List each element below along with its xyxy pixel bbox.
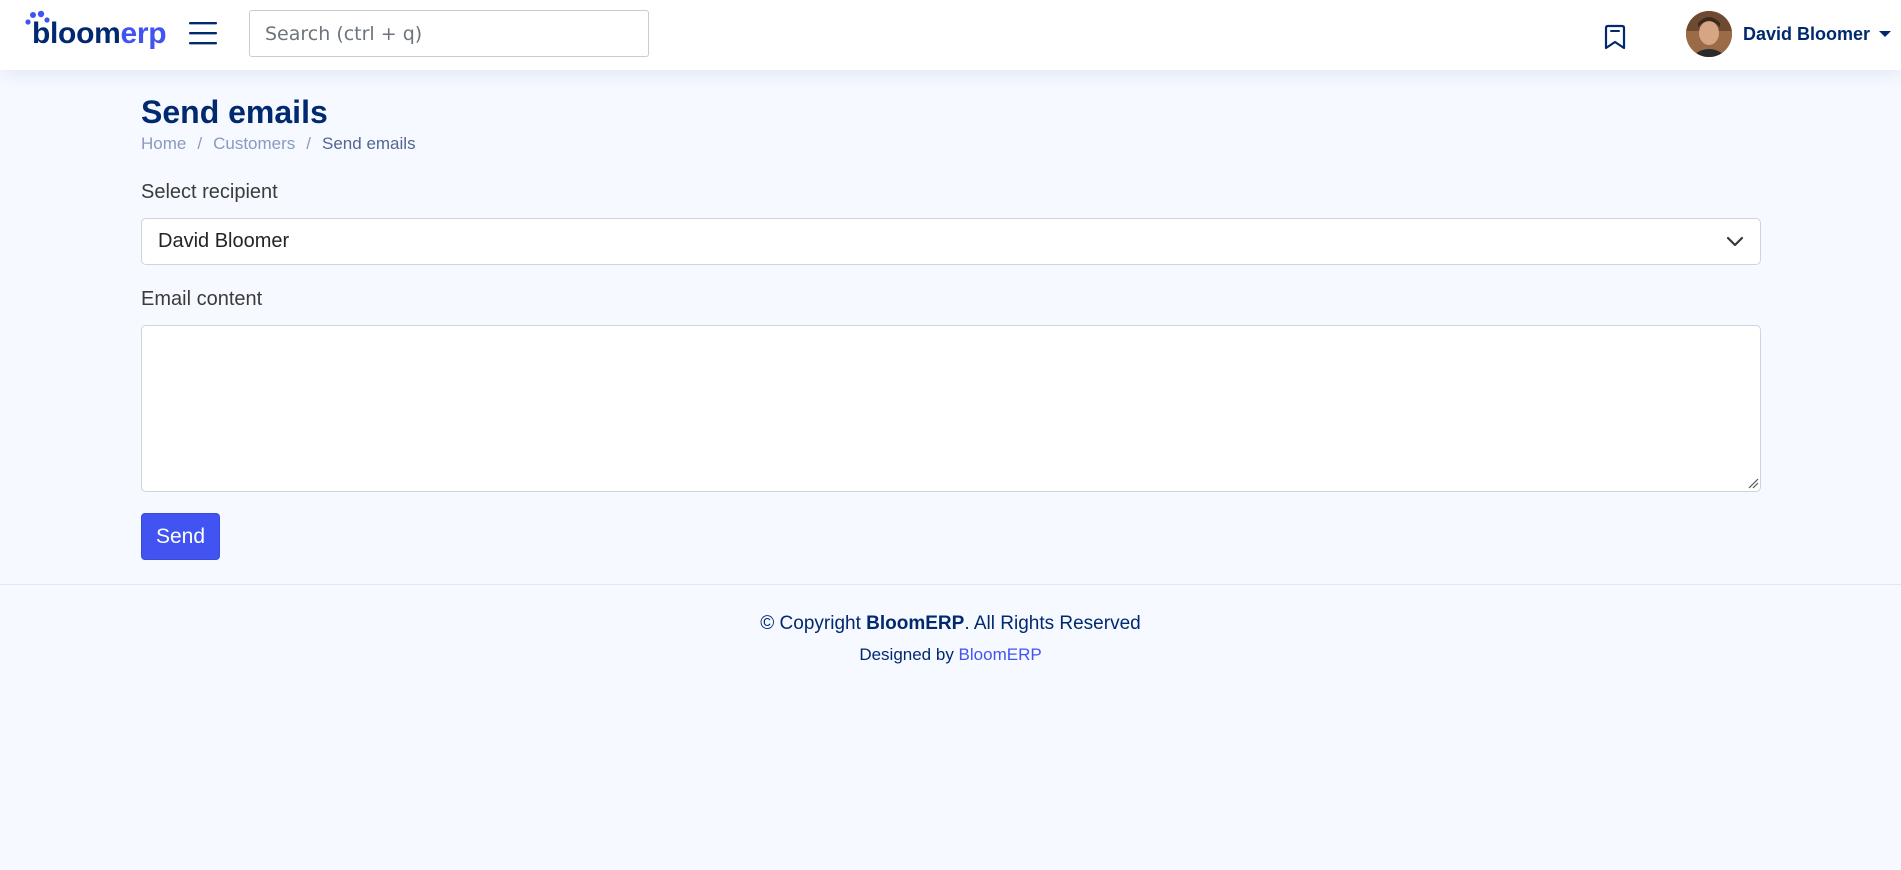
caret-down-icon[interactable] (1879, 31, 1892, 37)
recipient-label: Select recipient (141, 181, 278, 203)
profile-dropdown[interactable]: David Bloomer (1686, 11, 1892, 57)
send-button[interactable]: Send (141, 513, 220, 560)
breadcrumb-separator: / (306, 134, 312, 153)
credits: Designed by BloomERP (0, 642, 1901, 668)
search-box[interactable] (249, 10, 649, 57)
logo-dots-icon (25, 10, 50, 25)
designed-by-link[interactable]: BloomERP (959, 645, 1042, 664)
logo-text-accent: erp (120, 17, 167, 50)
breadcrumb-customers[interactable]: Customers (213, 134, 295, 154)
footer: © Copyright BloomERP. All Rights Reserve… (0, 610, 1901, 668)
copyright-prefix: © Copyright (760, 613, 867, 634)
avatar (1686, 11, 1732, 57)
profile-name[interactable]: David Bloomer (1743, 24, 1870, 45)
top-header: bloomerp David Bloomer (0, 0, 1901, 70)
search-input[interactable] (265, 11, 648, 56)
designed-by-text: Designed by (859, 645, 959, 664)
page-title: Send emails (141, 94, 328, 130)
email-content-textarea[interactable] (141, 325, 1761, 492)
content-label: Email content (141, 288, 263, 310)
recipient-select-value: David Bloomer (158, 230, 290, 252)
recipient-select[interactable]: David Bloomer (141, 218, 1761, 265)
breadcrumb: Home / Customers / Send emails (141, 134, 416, 154)
footer-divider (0, 584, 1901, 585)
breadcrumb-separator: / (197, 134, 203, 153)
copyright-brand: BloomERP (866, 613, 965, 634)
copyright: © Copyright BloomERP. All Rights Reserve… (0, 610, 1901, 638)
hamburger-menu-icon[interactable] (189, 19, 217, 47)
copyright-suffix: . All Rights Reserved (964, 613, 1141, 634)
bookmark-icon[interactable] (1603, 23, 1627, 50)
chevron-down-icon (1726, 236, 1744, 247)
logo[interactable]: bloomerp (22, 10, 167, 54)
breadcrumb-home[interactable]: Home (141, 134, 186, 154)
avatar-image (1686, 11, 1732, 57)
breadcrumb-current: Send emails (322, 134, 416, 153)
resize-grip-icon[interactable] (1748, 478, 1759, 489)
